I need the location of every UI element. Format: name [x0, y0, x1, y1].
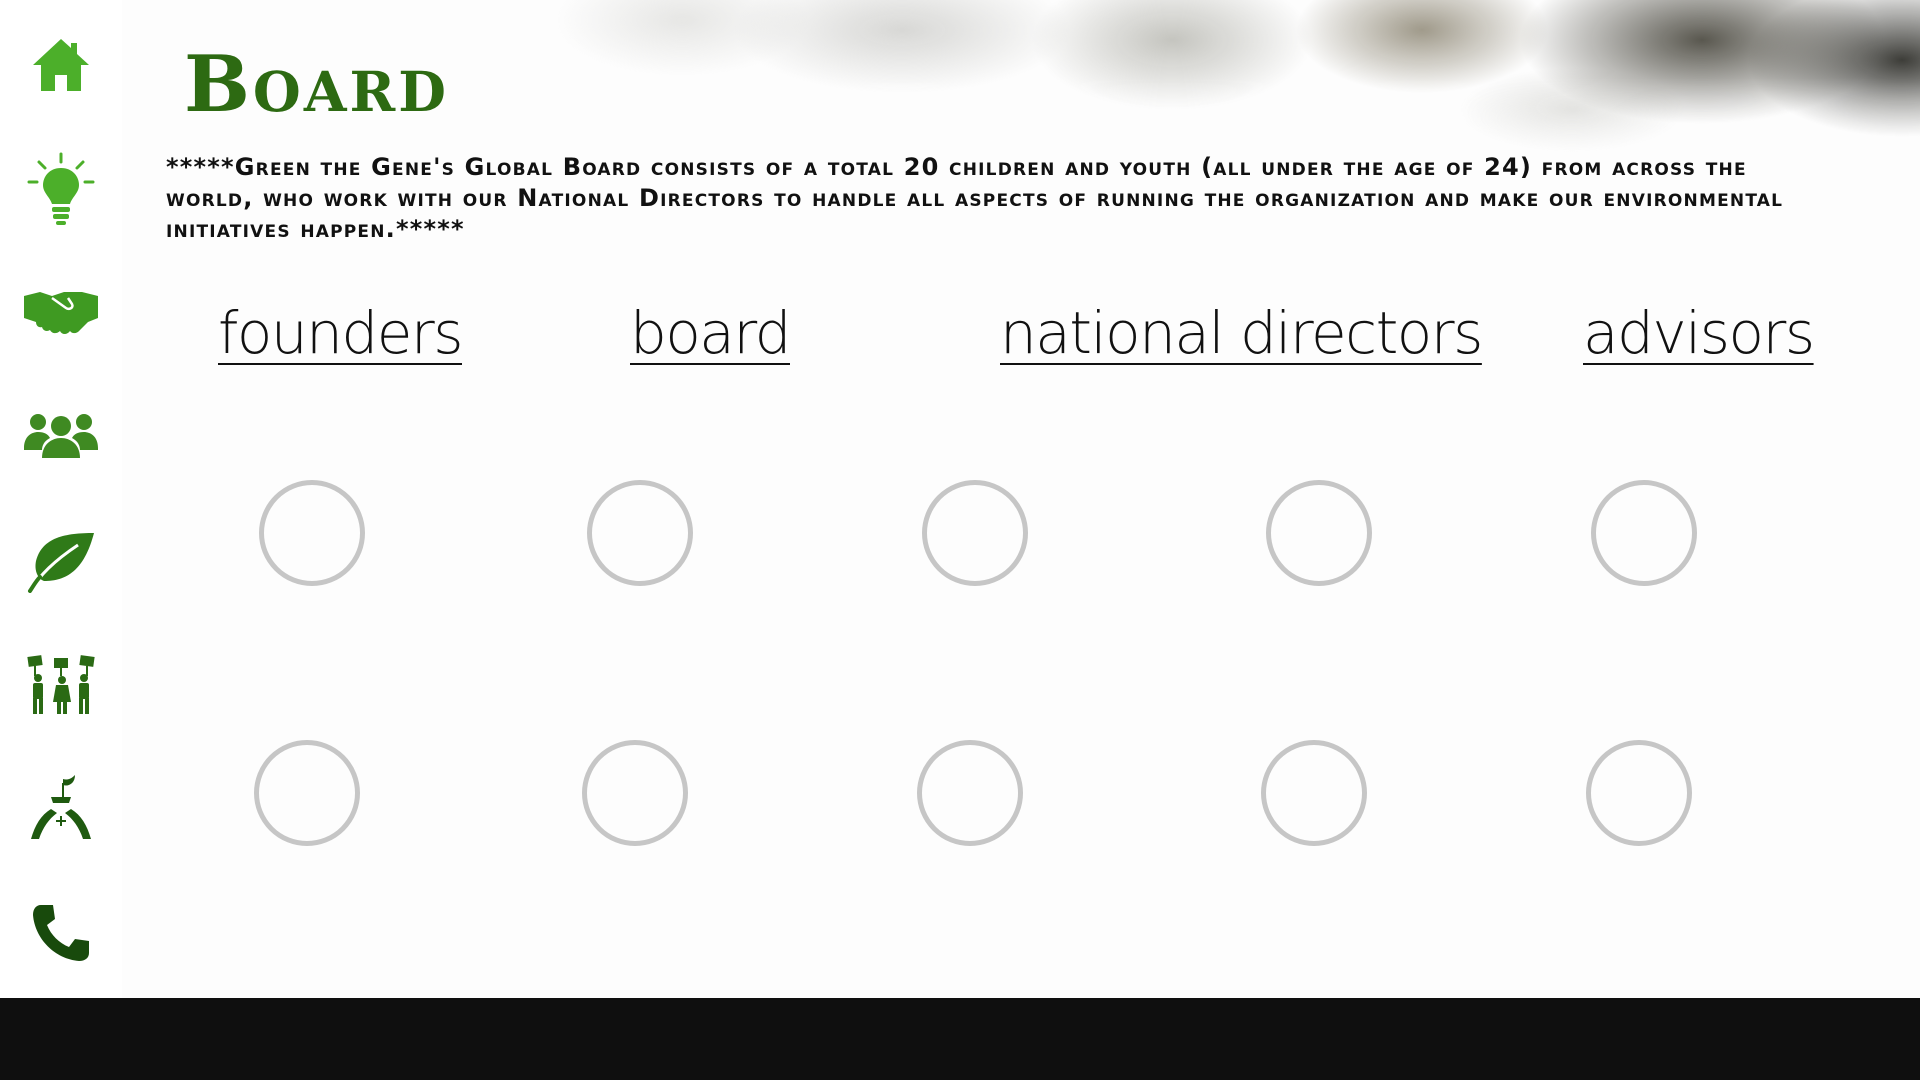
phone-icon	[33, 905, 89, 961]
sidebar-item-team[interactable]	[16, 390, 106, 480]
tab-national-directors[interactable]: national directors	[1000, 300, 1483, 366]
member-avatar-placeholder[interactable]	[1586, 740, 1692, 846]
tab-founders[interactable]: founders	[218, 300, 464, 366]
activists-icon	[27, 655, 95, 714]
member-avatar-placeholder[interactable]	[1261, 740, 1367, 846]
member-avatar-placeholder[interactable]	[1591, 480, 1697, 586]
sidebar-item-campaigns[interactable]	[16, 640, 106, 730]
tab-advisors[interactable]: advisors	[1583, 300, 1815, 366]
sidebar-item-contact[interactable]	[16, 888, 106, 978]
member-avatar-placeholder[interactable]	[917, 740, 1023, 846]
footer-bar	[0, 998, 1920, 1080]
member-avatar-placeholder[interactable]	[587, 480, 693, 586]
hands-plant-icon	[31, 775, 91, 839]
tab-board[interactable]: board	[630, 300, 792, 366]
sidebar-item-partners[interactable]	[16, 268, 106, 358]
leaf-icon	[28, 533, 94, 593]
member-avatar-placeholder[interactable]	[582, 740, 688, 846]
sidebar-item-home[interactable]	[16, 20, 106, 110]
member-avatar-placeholder[interactable]	[1266, 480, 1372, 586]
sidebar-nav	[0, 0, 122, 998]
intro-paragraph: *****Green the Gene's Global Board consi…	[166, 153, 1784, 243]
sidebar-item-environment[interactable]	[16, 517, 106, 607]
handshake-icon	[24, 292, 98, 334]
sidebar-item-care[interactable]	[16, 763, 106, 853]
sidebar-item-ideas[interactable]	[16, 145, 106, 235]
member-avatar-placeholder[interactable]	[259, 480, 365, 586]
page: Board *****Green the Gene's Global Board…	[0, 0, 1920, 1080]
home-icon	[33, 39, 89, 91]
member-avatar-placeholder[interactable]	[254, 740, 360, 846]
page-title: Board	[184, 39, 449, 130]
member-avatar-placeholder[interactable]	[922, 480, 1028, 586]
group-icon	[24, 414, 98, 458]
lightbulb-icon	[27, 152, 95, 225]
